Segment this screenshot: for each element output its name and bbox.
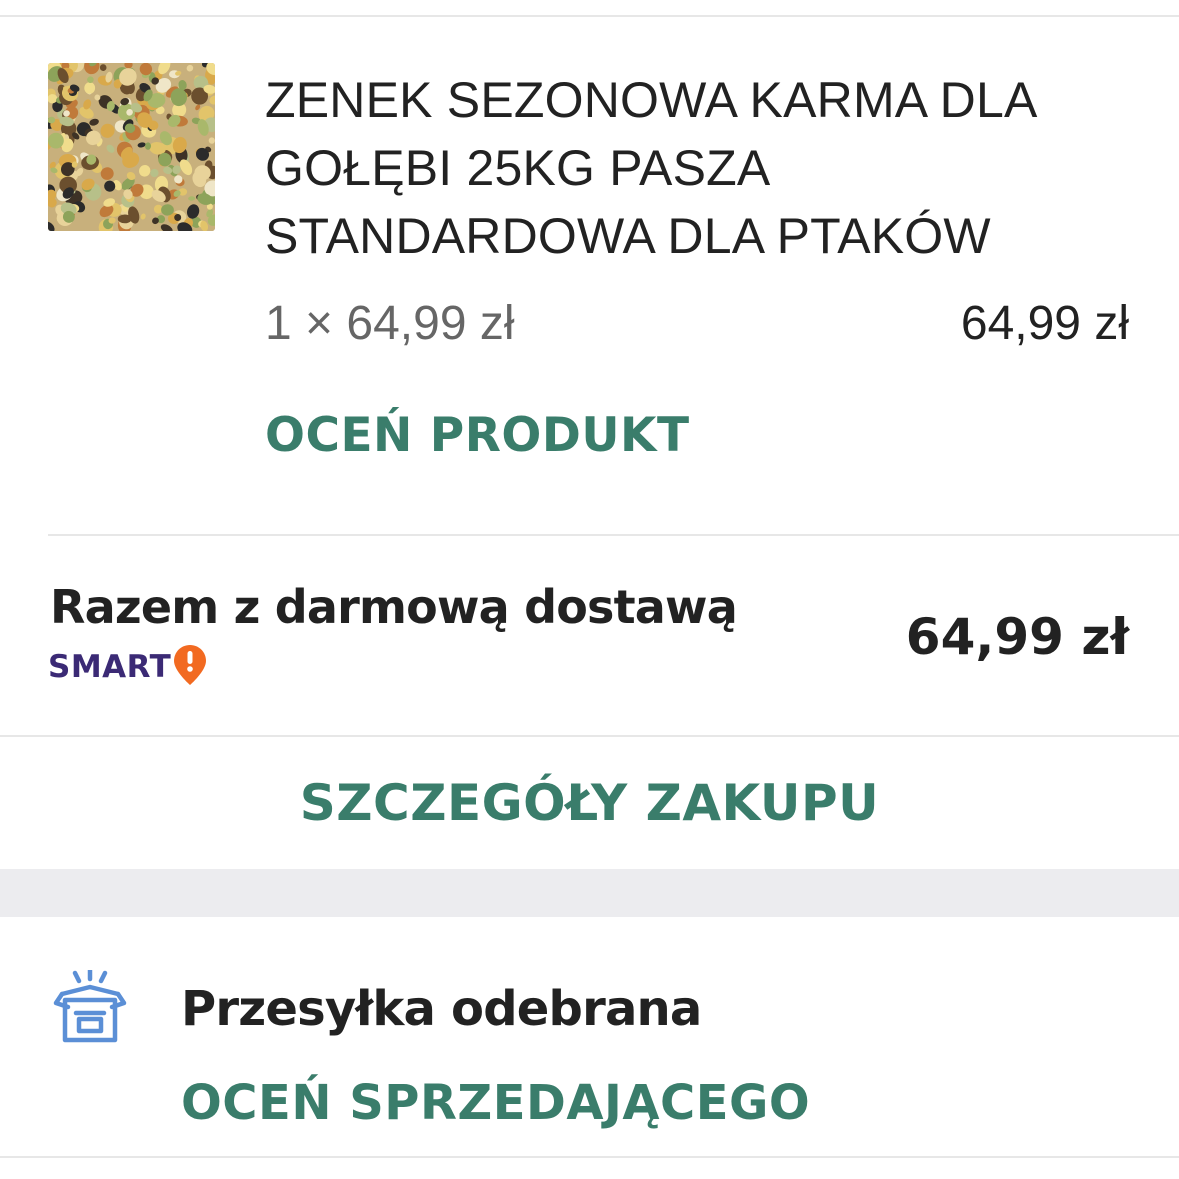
smart-logo: SMART <box>48 644 207 690</box>
section-separator <box>0 869 1179 917</box>
smart-logo-text: SMART <box>48 649 172 685</box>
rate-product-link[interactable]: OCEŃ PRODUKT <box>265 406 690 466</box>
total-price: 64,99 zł <box>905 608 1129 666</box>
rate-seller-link[interactable]: OCEŃ SPRZEDAJĄCEGO <box>181 1072 810 1134</box>
product-title[interactable]: ZENEK SEZONOWA KARMA DLA GOŁĘBI 25KG PAS… <box>265 66 1145 270</box>
product-divider <box>48 534 1179 536</box>
bottom-divider <box>0 1156 1179 1158</box>
pigeon-feed-photo <box>48 63 215 231</box>
top-divider <box>0 15 1179 17</box>
total-divider <box>0 735 1179 737</box>
purchase-details-page: ZENEK SEZONOWA KARMA DLA GOŁĘBI 25KG PAS… <box>0 0 1179 1179</box>
opened-box-icon <box>52 967 128 1051</box>
purchase-details-link[interactable]: SZCZEGÓŁY ZAKUPU <box>0 770 1179 836</box>
product-thumbnail[interactable] <box>48 63 215 231</box>
line-total-price: 64,99 zł <box>960 297 1129 350</box>
unit-price: 1 × 64,99 zł <box>265 297 515 350</box>
total-label: Razem z darmową dostawą <box>50 580 738 634</box>
shipment-status: Przesyłka odebrana <box>181 981 702 1037</box>
smart-exclamation-pin-icon <box>173 644 207 691</box>
